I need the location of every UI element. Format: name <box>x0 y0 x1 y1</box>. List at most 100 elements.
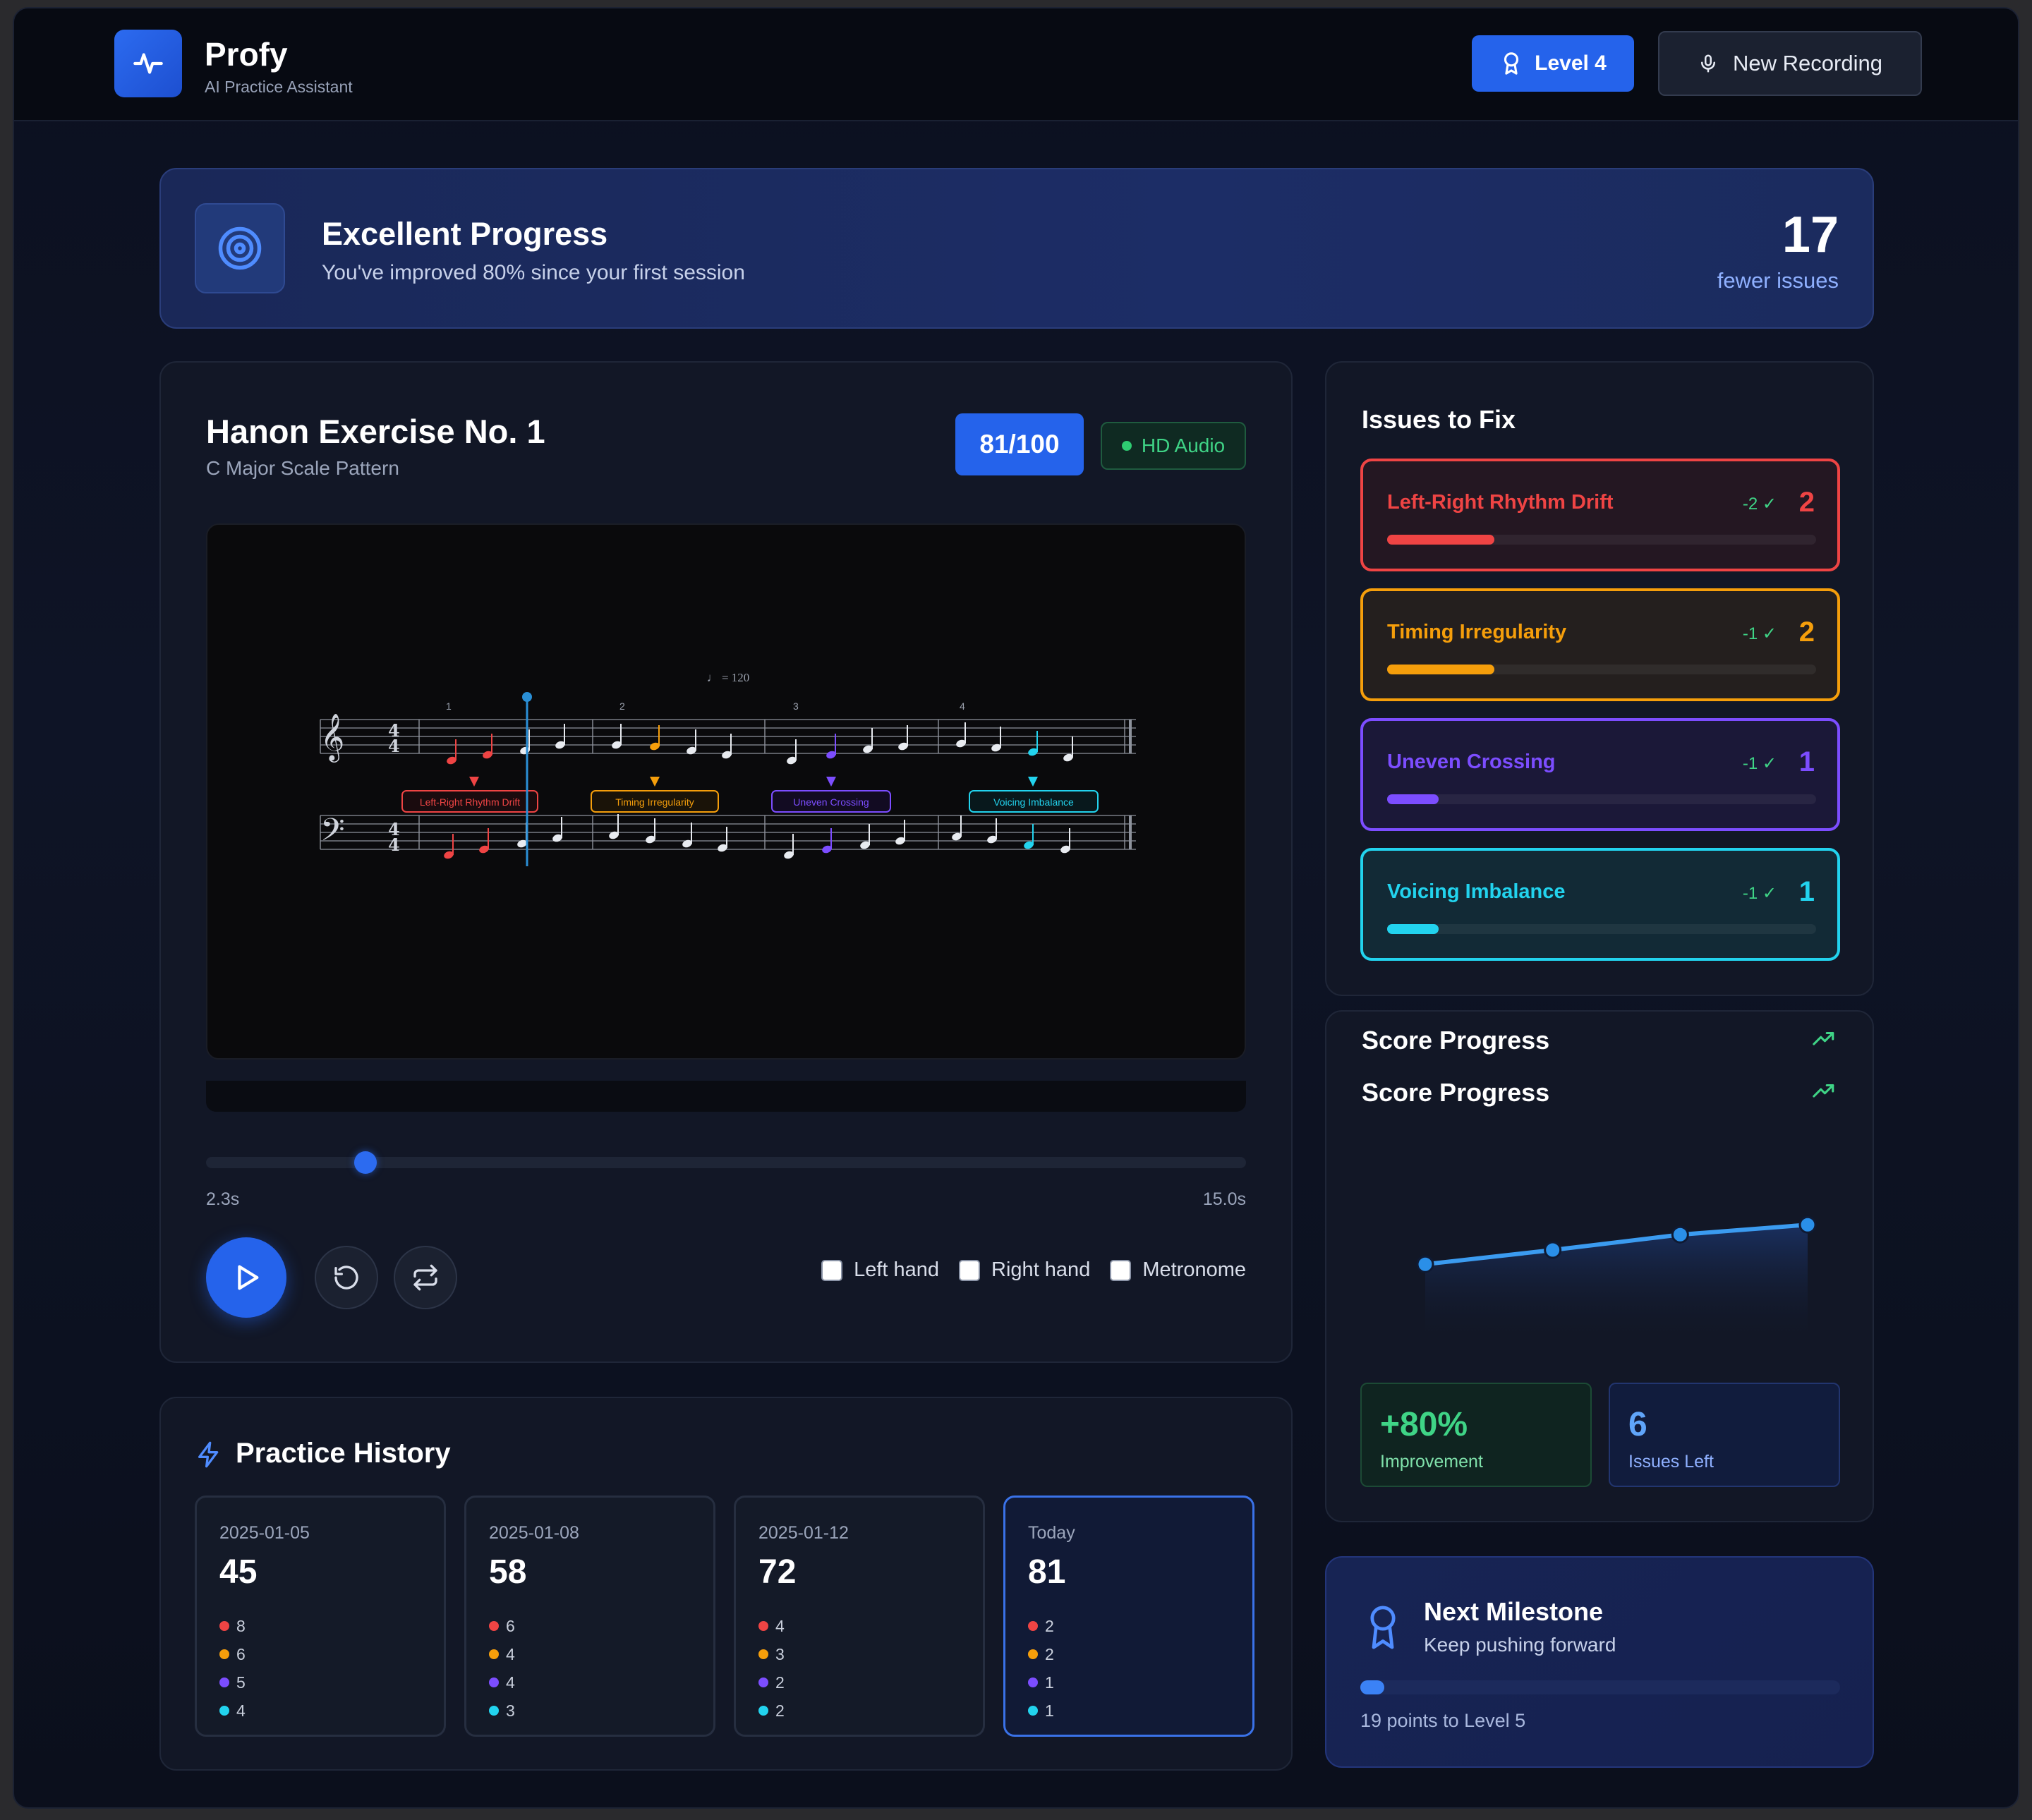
left-hand-toggle[interactable]: Left hand <box>821 1258 939 1282</box>
session-issue-value: 4 <box>506 1644 515 1663</box>
annotation-voicing[interactable]: Voicing Imbalance <box>969 777 1099 813</box>
metronome-label: Metronome <box>1142 1258 1246 1281</box>
issues-left-stat: 6 Issues Left <box>1609 1383 1840 1487</box>
exercise-title: Hanon Exercise No. 1 <box>206 413 545 450</box>
annotation-marker <box>1028 777 1038 787</box>
issue-item[interactable]: Left-Right Rhythm Drift -2 ✓ 2 <box>1360 459 1840 571</box>
annotation-rhythm-drift[interactable]: Left-Right Rhythm Drift <box>401 777 538 813</box>
waveform-strip <box>206 1081 1246 1112</box>
chart-point-2025-01-08[interactable] <box>1544 1241 1562 1259</box>
session-issue-value: 4 <box>236 1701 246 1720</box>
annotation-timing[interactable]: Timing Irregularity <box>591 777 719 813</box>
session-issue-count: 4 <box>489 1668 515 1697</box>
note <box>682 823 692 848</box>
issue-item[interactable]: Uneven Crossing -1 ✓ 1 <box>1360 718 1840 831</box>
session-score: 81 <box>1028 1553 1066 1591</box>
chart-point-2025-01-05[interactable] <box>1416 1255 1434 1273</box>
session-card[interactable]: 2025-01-08 58 6 4 4 3 <box>464 1496 715 1737</box>
treble-clef-icon: 𝄞 <box>320 712 344 763</box>
metronome-toggle[interactable]: Metronome <box>1110 1258 1246 1282</box>
target-icon <box>218 226 262 270</box>
repeat-icon <box>413 1264 437 1291</box>
metronome-checkbox[interactable] <box>1110 1259 1132 1281</box>
session-card[interactable]: 2025-01-05 45 8 6 5 4 <box>195 1496 446 1737</box>
right-hand-label: Right hand <box>991 1258 1091 1281</box>
playback-slider[interactable] <box>206 1151 1246 1174</box>
level-label: Level 4 <box>1535 51 1607 75</box>
issue-delta: -2 ✓ <box>1742 495 1777 514</box>
chart-point-2025-01-12[interactable] <box>1671 1225 1689 1244</box>
session-issue-value: 8 <box>236 1616 246 1635</box>
issue-color-dot <box>758 1649 768 1659</box>
session-issue-count: 2 <box>758 1697 785 1725</box>
session-issue-count: 3 <box>489 1697 515 1725</box>
issue-progress-bar <box>1387 535 1816 545</box>
app-header: Profy AI Practice Assistant Level 4 New … <box>14 8 2018 121</box>
session-issue-value: 3 <box>775 1644 785 1663</box>
sheet-music-view[interactable]: ♩ = 120 1 2 3 4 𝄞 𝄢 4 4 4 4 Left-Right R… <box>206 523 1246 1060</box>
session-date: 2025-01-05 <box>219 1523 310 1543</box>
status-dot <box>1121 441 1132 451</box>
new-recording-button[interactable]: New Recording <box>1658 31 1922 96</box>
loop-button[interactable] <box>394 1246 457 1309</box>
right-hand-toggle[interactable]: Right hand <box>959 1258 1090 1282</box>
session-issue-count: 8 <box>219 1612 246 1640</box>
issue-color-dot <box>219 1706 229 1716</box>
note <box>952 815 962 841</box>
session-issue-value: 6 <box>506 1616 515 1635</box>
note <box>609 814 619 839</box>
restart-button[interactable] <box>315 1246 378 1309</box>
issue-item[interactable]: Voicing Imbalance -1 ✓ 1 <box>1360 848 1840 961</box>
trending-up-icon <box>1813 1084 1834 1098</box>
note <box>860 824 870 849</box>
hd-audio-badge: HD Audio <box>1101 422 1246 470</box>
annotation-crossing[interactable]: Uneven Crossing <box>771 777 891 813</box>
issue-count: 1 <box>1798 876 1815 907</box>
issue-name: Left-Right Rhythm Drift <box>1387 491 1614 514</box>
issue-color-dot <box>489 1621 499 1631</box>
annotation-label: Left-Right Rhythm Drift <box>420 796 520 808</box>
issue-color-dot <box>758 1706 768 1716</box>
level-button[interactable]: Level 4 <box>1472 35 1634 92</box>
chart-point-Today[interactable] <box>1798 1215 1817 1234</box>
play-icon <box>238 1265 259 1290</box>
session-issue-value: 3 <box>506 1701 515 1720</box>
issue-name: Uneven Crossing <box>1387 751 1556 773</box>
practice-history-card: Practice History 2025-01-05 45 8 6 5 4 2025-01… <box>159 1397 1293 1771</box>
score-badge: 81/100 <box>955 413 1084 475</box>
total-time: 15.0s <box>1202 1189 1246 1209</box>
issues-card: Issues to Fix Left-Right Rhythm Drift -2 … <box>1325 361 1874 996</box>
issue-name: Voicing Imbalance <box>1387 880 1566 903</box>
award-icon <box>1370 1606 1396 1649</box>
session-card[interactable]: Today 81 2 2 1 1 <box>1003 1496 1254 1737</box>
right-hand-checkbox[interactable] <box>959 1259 981 1281</box>
note <box>722 734 732 759</box>
issues-left-value: 6 <box>1628 1406 1647 1443</box>
note <box>520 729 530 755</box>
left-hand-checkbox[interactable] <box>821 1259 843 1281</box>
banner-icon-box <box>195 203 285 293</box>
issue-item[interactable]: Timing Irregularity -1 ✓ 2 <box>1360 588 1840 701</box>
session-issue-value: 2 <box>775 1701 785 1720</box>
note <box>650 725 660 751</box>
play-button[interactable] <box>206 1237 286 1318</box>
next-milestone-card: Next Milestone Keep pushing forward 19 p… <box>1325 1556 1874 1768</box>
session-score: 45 <box>219 1553 258 1591</box>
session-card[interactable]: 2025-01-12 72 4 3 2 2 <box>734 1496 985 1737</box>
milestone-title: Next Milestone <box>1424 1597 1604 1626</box>
slider-thumb[interactable] <box>353 1151 377 1174</box>
milestone-progress-bar <box>1360 1680 1840 1694</box>
issue-progress-bar <box>1387 924 1816 934</box>
current-time: 2.3s <box>206 1189 240 1209</box>
fewer-issues-value: 17 <box>1782 207 1839 263</box>
session-issues: 6 4 4 3 <box>489 1612 515 1725</box>
left-hand-label: Left hand <box>854 1258 940 1281</box>
app-title: Profy <box>205 36 288 73</box>
exercise-player-card: Hanon Exercise No. 1 C Major Scale Patte… <box>159 361 1293 1363</box>
staff-lines <box>320 719 1136 850</box>
issue-color-dot <box>1028 1706 1038 1716</box>
session-issue-value: 2 <box>775 1673 785 1692</box>
tempo-marking: ♩ = 120 <box>707 671 750 684</box>
measure-number-3: 3 <box>793 700 799 712</box>
issue-color-dot <box>219 1678 229 1687</box>
